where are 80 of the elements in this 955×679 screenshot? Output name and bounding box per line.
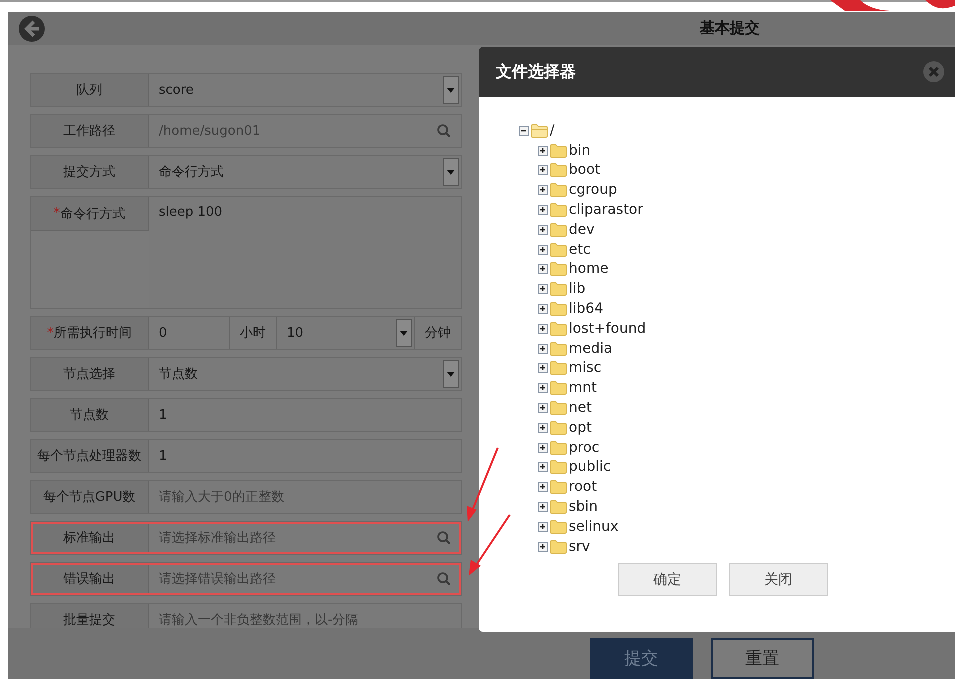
folder-name[interactable]: media	[569, 340, 613, 357]
page-title: 基本提交	[700, 19, 760, 38]
folder-name[interactable]: /	[550, 122, 555, 139]
folder-icon	[550, 144, 567, 158]
folder-name[interactable]: public	[569, 459, 612, 476]
expand-icon[interactable]	[538, 383, 548, 394]
expand-icon[interactable]	[538, 185, 548, 196]
folder-icon	[550, 440, 567, 455]
folder-icon	[550, 322, 567, 336]
folder-name[interactable]: root	[569, 479, 598, 496]
expand-icon[interactable]	[538, 224, 548, 235]
open-folder-icon	[531, 124, 548, 138]
back-icon[interactable]	[18, 14, 46, 42]
expand-icon[interactable]	[538, 324, 548, 334]
folder-name[interactable]: lost+found	[569, 320, 646, 337]
expand-icon[interactable]	[538, 522, 548, 532]
folder-icon	[550, 381, 567, 396]
expand-icon[interactable]	[538, 542, 548, 552]
hours-field[interactable]: 0	[149, 317, 230, 349]
expand-icon[interactable]	[538, 146, 548, 156]
folder-name[interactable]: home	[569, 261, 609, 278]
dropdown-button[interactable]	[396, 319, 412, 347]
collapse-icon[interactable]	[519, 126, 529, 136]
caret-icon	[400, 330, 408, 336]
expand-icon[interactable]	[538, 165, 548, 176]
folder-icon	[550, 460, 567, 474]
folder-name[interactable]: opt	[569, 420, 592, 436]
folder-icon	[550, 222, 567, 237]
expand-icon[interactable]	[538, 344, 548, 354]
folder-icon	[550, 401, 567, 416]
dialog-title: 文件选择器	[496, 62, 576, 82]
unit-label: 分钟	[424, 325, 452, 343]
folder-icon	[550, 342, 567, 356]
expand-icon[interactable]	[538, 462, 548, 472]
annotation-arrow	[469, 514, 511, 576]
folder-icon	[550, 520, 567, 534]
folder-icon	[550, 282, 567, 296]
field-label: *命令行方式	[31, 197, 149, 231]
folder-icon	[550, 480, 567, 494]
folder-name[interactable]: srv	[569, 538, 590, 555]
expand-icon[interactable]	[538, 482, 548, 492]
folder-icon	[550, 203, 567, 218]
folder-name[interactable]: lib64	[569, 301, 604, 318]
folder-name[interactable]: sbin	[569, 499, 598, 516]
expand-icon[interactable]	[538, 422, 548, 433]
reset-button[interactable]: 重置	[711, 638, 814, 679]
folder-name[interactable]: lib	[569, 281, 586, 298]
folder-name[interactable]: dev	[569, 222, 595, 238]
folder-name[interactable]: cliparastor	[569, 202, 644, 218]
folder-name[interactable]: proc	[569, 440, 600, 456]
folder-icon	[550, 183, 567, 198]
folder-icon	[550, 302, 567, 316]
folder-name[interactable]: net	[569, 400, 592, 416]
folder-icon	[550, 540, 567, 554]
field-value: sleep 100	[159, 205, 223, 220]
folder-name[interactable]: bin	[569, 142, 591, 159]
expand-icon[interactable]	[538, 403, 548, 414]
expand-icon[interactable]	[538, 442, 548, 453]
expand-icon[interactable]	[538, 244, 548, 255]
confirm-button[interactable]: 确定	[618, 563, 717, 596]
field-label: *所需执行时间	[31, 317, 149, 349]
folder-icon	[550, 420, 567, 435]
expand-icon[interactable]	[538, 205, 548, 216]
folder-name[interactable]: cgroup	[569, 182, 618, 198]
folder-name[interactable]: boot	[569, 162, 601, 178]
folder-name[interactable]: mnt	[569, 380, 597, 396]
folder-icon	[550, 361, 567, 376]
folder-name[interactable]: selinux	[569, 518, 619, 535]
expand-icon[interactable]	[538, 264, 548, 274]
folder-icon	[550, 262, 567, 276]
expand-icon[interactable]	[538, 502, 548, 512]
folder-name[interactable]: misc	[569, 360, 602, 376]
expand-icon[interactable]	[538, 363, 548, 374]
close-button[interactable]: 关闭	[729, 563, 828, 596]
expand-icon[interactable]	[538, 284, 548, 294]
folder-icon	[550, 500, 567, 514]
expand-icon[interactable]	[538, 304, 548, 314]
folder-name[interactable]: etc	[569, 242, 591, 258]
folder-icon	[550, 242, 567, 257]
folder-icon	[550, 163, 567, 178]
